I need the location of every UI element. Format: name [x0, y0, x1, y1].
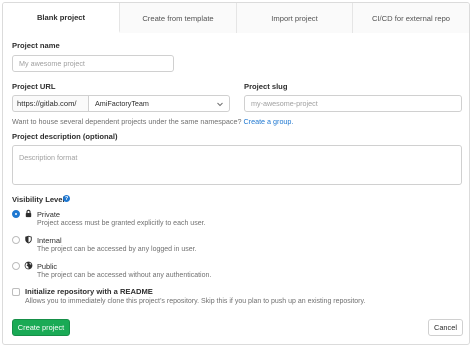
visibility-internal-desc: The project can be accessed by any logge…	[37, 246, 197, 253]
project-description-textarea[interactable]: Description format	[12, 145, 462, 185]
visibility-public-radio[interactable]	[12, 262, 20, 270]
init-readme-desc: Allows you to immediately clone this pro…	[25, 298, 366, 305]
lock-icon	[25, 209, 32, 218]
project-name-input[interactable]: My awesome project	[12, 55, 174, 72]
visibility-internal-label: Internal	[37, 236, 62, 245]
chevron-down-icon	[217, 102, 223, 107]
help-icon[interactable]: ?	[63, 195, 70, 202]
group-hint-text: Want to house several dependent projects…	[12, 117, 242, 126]
namespace-select-value: AmiFactoryTeam	[95, 99, 149, 108]
visibility-private-label: Private	[37, 210, 61, 219]
tab-create-from-template[interactable]: Create from template	[120, 3, 237, 33]
new-project-panel: Blank project Create from template Impor…	[2, 2, 470, 345]
visibility-internal-radio[interactable]	[12, 236, 20, 244]
project-slug-label: Project slug	[244, 82, 288, 91]
visibility-level-label: Visibility Level	[12, 195, 65, 204]
project-url-label: Project URL	[12, 82, 56, 91]
init-readme-label: Initialize repository with a README	[25, 287, 153, 296]
tab-import-project[interactable]: Import project	[237, 3, 353, 33]
visibility-public-label: Public	[37, 262, 58, 271]
shield-icon	[25, 235, 32, 244]
cancel-button[interactable]: Cancel	[428, 319, 463, 336]
create-group-link[interactable]: Create a group.	[243, 117, 293, 126]
project-slug-input[interactable]: my-awesome-project	[244, 95, 462, 112]
group-hint: Want to house several dependent projects…	[12, 117, 293, 126]
namespace-select[interactable]: AmiFactoryTeam	[88, 95, 230, 112]
visibility-public-desc: The project can be accessed without any …	[37, 272, 212, 279]
tab-blank-project[interactable]: Blank project	[3, 3, 120, 33]
tab-ci-cd-external-repo[interactable]: CI/CD for external repo	[353, 3, 469, 33]
tab-bar: Blank project Create from template Impor…	[3, 3, 469, 33]
project-name-label: Project name	[12, 41, 60, 50]
project-url-prefix: https://gitlab.com/	[12, 95, 88, 112]
project-description-label: Project description (optional)	[12, 132, 118, 141]
create-project-button[interactable]: Create project	[12, 319, 70, 336]
visibility-private-radio[interactable]	[12, 210, 20, 218]
globe-icon	[24, 261, 33, 270]
init-readme-checkbox[interactable]	[12, 288, 20, 296]
visibility-private-desc: Project access must be granted explicitl…	[37, 220, 206, 227]
